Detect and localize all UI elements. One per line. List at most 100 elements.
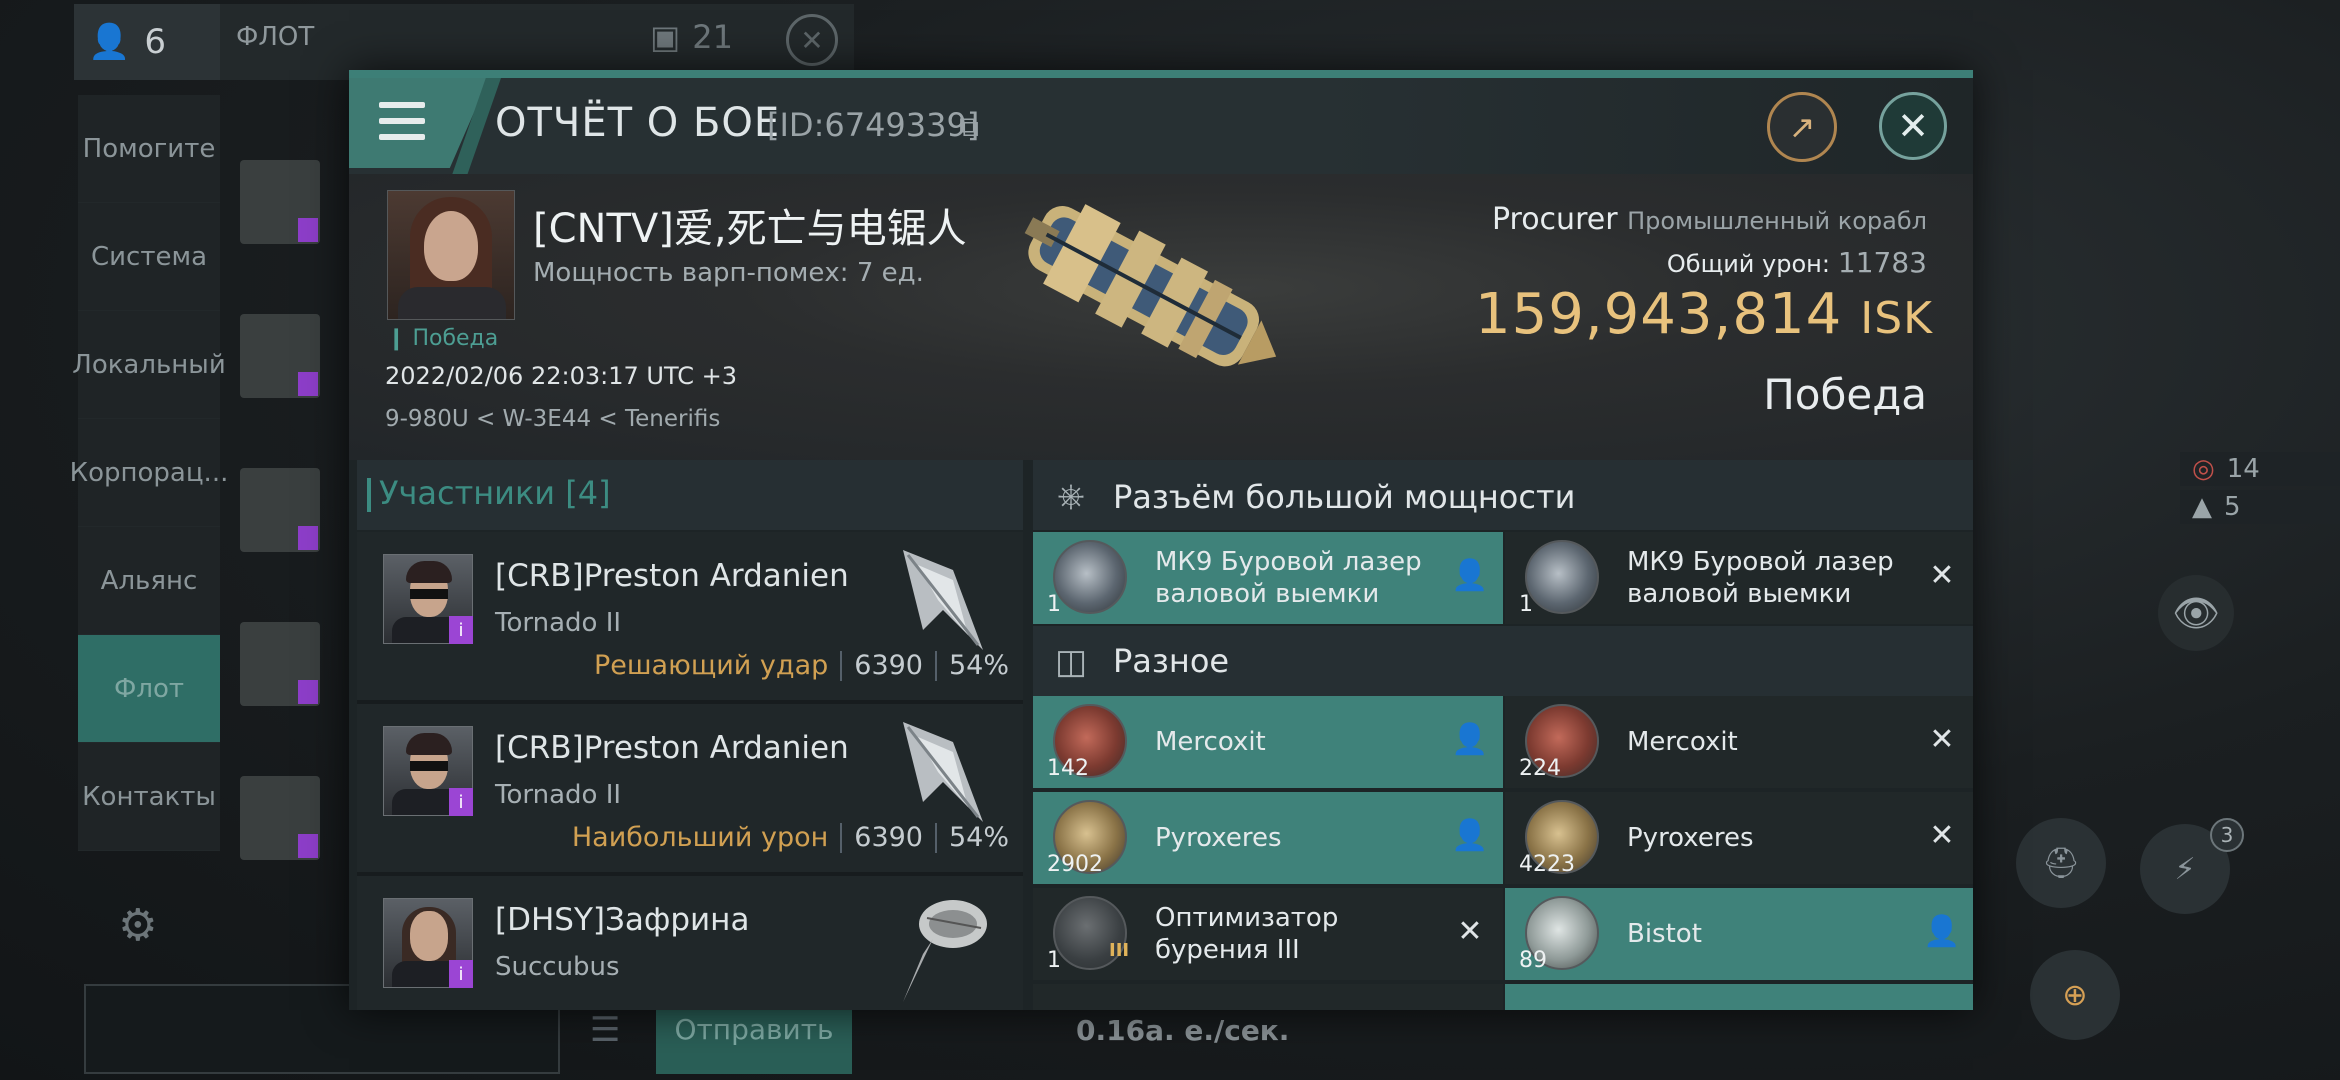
item-row[interactable]: 89 Bistot 👤 <box>1505 888 1973 980</box>
target-icon: ◎ <box>2192 454 2215 484</box>
item-name: Pyroxeres <box>1155 823 1282 853</box>
chat-avatar[interactable] <box>240 622 320 706</box>
item-row[interactable]: 224 Mercoxit ✕ <box>1505 696 1973 788</box>
battle-location[interactable]: 9-980U < W-3E44 < Tenerifis <box>385 406 720 432</box>
succubus-ship-icon <box>903 900 987 1002</box>
fleet-chat-title: ФЛОТ <box>236 22 315 52</box>
participant-name: [DHSY]Зафрина <box>495 902 750 938</box>
share-icon: ↗ <box>1788 108 1816 146</box>
report-id: [ID:6749339] <box>767 106 980 144</box>
neutral-count: ▲ 5 <box>2180 490 2340 524</box>
fleet-chat-close-button[interactable]: ✕ <box>786 14 838 66</box>
copy-icon[interactable]: ⧉ <box>959 110 979 144</box>
info-badge-icon: i <box>449 960 473 988</box>
item-quantity: 224 <box>1519 756 1561 781</box>
procurer-ship-image <box>1024 204 1277 367</box>
victim-portrait[interactable] <box>387 190 515 320</box>
fleet-member-count[interactable]: 👤 6 <box>74 4 220 80</box>
item-row[interactable]: 2902 Pyroxeres 👤 <box>1033 792 1503 884</box>
item-row[interactable]: 1 МК9 Буровой лазер валовой выемки ✕ <box>1505 532 1973 624</box>
participant-damage: 6390 <box>854 650 923 681</box>
ship-name: Procurer Промышленный корабл <box>1491 202 1927 237</box>
item-row[interactable] <box>1505 984 1973 1010</box>
module-slot[interactable]: ⛑ <box>2016 818 2106 908</box>
participant-percent: 54% <box>948 650 1009 681</box>
item-name: Pyroxeres <box>1627 823 1754 853</box>
chat-avatars <box>240 160 320 930</box>
message-count: ▣ 21 <box>650 18 733 56</box>
victim-section: [CNTV]爱,死亡与电锯人 Мощность варп-помех: 7 ед… <box>349 174 1973 460</box>
isk-value: 159,943,814 ISK <box>1474 282 1933 347</box>
chat-avatar[interactable] <box>240 468 320 552</box>
eye-icon[interactable]: 👁 <box>2158 575 2234 651</box>
plus-icon: ⊕ <box>2062 977 2088 1013</box>
item-row[interactable] <box>1033 984 1503 1010</box>
item-quantity: 1 <box>1047 948 1061 973</box>
info-badge-icon: i <box>449 788 473 816</box>
participant-stats: Решающий удар 6390 54% <box>594 650 1009 681</box>
ship-icon: ▲ <box>2192 492 2212 522</box>
battle-datetime: 2022/02/06 22:03:17 UTC +3 <box>385 362 737 390</box>
victim-name[interactable]: [CNTV]爱,死亡与电锯人 <box>533 196 967 254</box>
high-slot-icon: ⎈ <box>1057 476 1085 516</box>
close-icon: ✕ <box>1897 104 1929 148</box>
tab-local[interactable]: Локальный <box>72 311 226 419</box>
x-icon: ✕ <box>1929 721 1955 757</box>
tab-fleet[interactable]: Флот <box>78 635 220 743</box>
tab-system[interactable]: Система <box>78 203 220 311</box>
hamburger-icon[interactable] <box>379 102 425 140</box>
mining-laser-icon <box>1525 540 1599 614</box>
tab-alliance[interactable]: Альянс <box>78 527 220 635</box>
person-icon: 👤 <box>1923 913 1961 949</box>
x-icon: ✕ <box>1929 817 1955 853</box>
tab-help[interactable]: Помогите <box>78 95 220 203</box>
item-quantity: 1 <box>1047 592 1061 617</box>
chat-avatar[interactable] <box>240 314 320 398</box>
participant-name: [CRB]Preston Ardanien <box>495 558 849 594</box>
module-count-badge: 3 <box>2210 818 2244 852</box>
x-icon: ✕ <box>1457 913 1483 949</box>
person-icon: 👤 <box>1451 817 1489 853</box>
share-button[interactable]: ↗ <box>1767 92 1837 162</box>
gear-icon[interactable]: ⚙ <box>118 900 168 951</box>
misc-title: Разное <box>1113 642 1230 680</box>
chat-menu-icon[interactable]: ☰ <box>590 1010 620 1050</box>
add-module-button[interactable]: ⊕ <box>2030 950 2120 1040</box>
chat-avatar[interactable] <box>240 776 320 860</box>
item-row[interactable]: III 1 Оптимизатор бурения III ✕ <box>1033 888 1503 980</box>
item-name: Оптимизатор бурения III <box>1155 903 1339 965</box>
participant-ship: Tornado II <box>495 608 622 638</box>
participants-title: Участники [4] <box>367 474 611 512</box>
item-row[interactable]: 1 МК9 Буровой лазер валовой выемки 👤 <box>1033 532 1503 624</box>
chat-avatar[interactable] <box>240 160 320 244</box>
mining-rate: 0.16а. е./сек. <box>1076 1014 1290 1047</box>
final-blow-label: Решающий удар <box>593 650 829 681</box>
tech-level-tag: III <box>1109 940 1130 961</box>
item-row[interactable]: 4223 Pyroxeres ✕ <box>1505 792 1973 884</box>
tab-corporation[interactable]: Корпорац... <box>70 419 228 527</box>
item-quantity: 4223 <box>1519 852 1575 877</box>
participant-ship: Tornado II <box>495 780 622 810</box>
high-slot-title: Разъём большой мощности <box>1113 478 1576 516</box>
tab-contacts[interactable]: Контакты <box>78 743 220 851</box>
warp-disruption: Мощность варп-помех: 7 ед. <box>533 258 924 288</box>
victim-status-tag: ❙ Победа <box>387 326 499 351</box>
participant-row[interactable]: i [CRB]Preston Ardanien Tornado II Наибо… <box>357 704 1023 876</box>
item-quantity: 89 <box>1519 948 1547 973</box>
person-icon: 👤 <box>1451 557 1489 593</box>
item-name: Mercoxit <box>1627 727 1738 757</box>
item-name: Bistot <box>1627 919 1702 949</box>
battle-result: Победа <box>1763 370 1927 419</box>
chat-icon: ▣ <box>650 18 681 56</box>
close-button[interactable]: ✕ <box>1879 92 1947 160</box>
participant-row[interactable]: i [DHSY]Зафрина Succubus <box>357 876 1023 1010</box>
box-icon: ◫ <box>1054 642 1088 682</box>
info-badge-icon: i <box>449 616 473 644</box>
item-row[interactable]: 142 Mercoxit 👤 <box>1033 696 1503 788</box>
hostile-count: ◎ 14 <box>2180 452 2340 486</box>
participant-name: [CRB]Preston Ardanien <box>495 730 849 766</box>
tornado-ship-icon <box>903 550 983 650</box>
top-damage-label: Наибольший урон <box>571 822 829 853</box>
participant-damage: 6390 <box>854 822 923 853</box>
participant-row[interactable]: i [CRB]Preston Ardanien Tornado II Решаю… <box>357 532 1023 704</box>
